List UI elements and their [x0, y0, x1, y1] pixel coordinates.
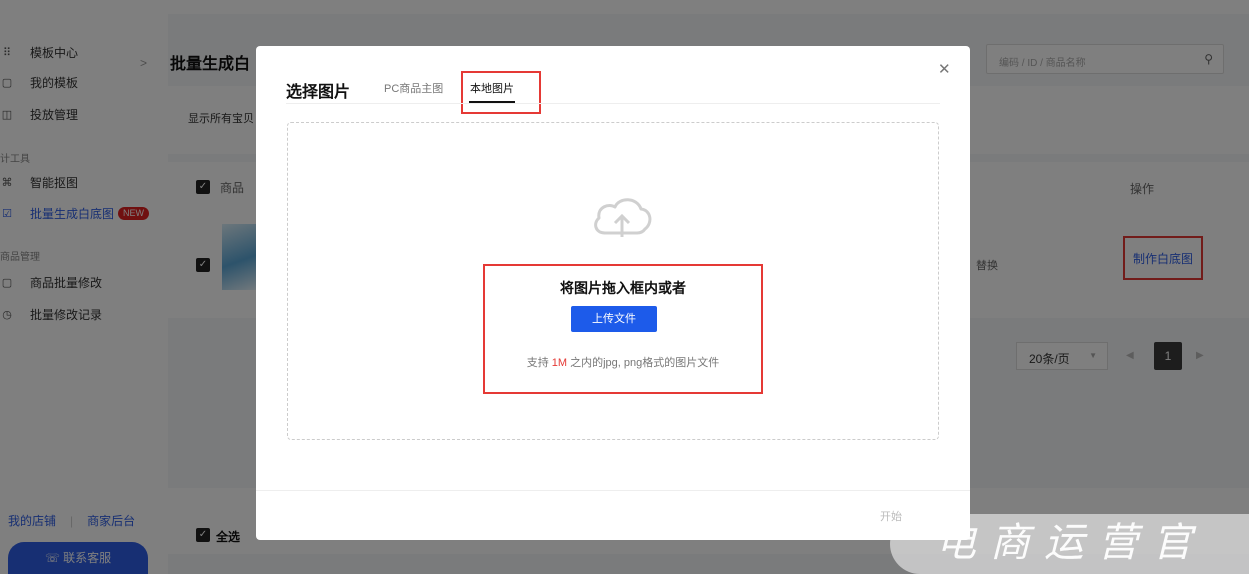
select-image-modal: 选择图片 PC商品主图 本地图片 ✕ 将图片拖入框内或者 上传文件 支持 1M … — [256, 46, 970, 540]
support-prefix: 支持 — [526, 357, 552, 369]
tab-pc-main-image[interactable]: PC商品主图 — [384, 80, 443, 96]
support-size: 1M — [551, 357, 568, 369]
watermark: 电商运营官 — [890, 496, 1249, 574]
close-icon[interactable]: ✕ — [938, 60, 951, 78]
cloud-upload-icon — [594, 198, 652, 237]
upload-file-button[interactable]: 上传文件 — [571, 306, 657, 332]
upload-dropzone[interactable]: 将图片拖入框内或者 上传文件 支持 1M 之内的jpg, png格式的图片文件 — [287, 122, 939, 440]
support-hint: 支持 1M 之内的jpg, png格式的图片文件 — [485, 354, 761, 370]
modal-title: 选择图片 — [286, 84, 351, 101]
upload-highlight-box: 将图片拖入框内或者 上传文件 支持 1M 之内的jpg, png格式的图片文件 — [483, 264, 763, 394]
modal-footer-divider — [256, 490, 970, 491]
tab-divider — [286, 103, 940, 104]
tab-highlight-box — [461, 71, 541, 114]
watermark-text: 电商运营官 — [936, 520, 1206, 566]
support-suffix: 之内的jpg, png格式的图片文件 — [567, 357, 720, 369]
drag-hint: 将图片拖入框内或者 — [560, 280, 686, 296]
